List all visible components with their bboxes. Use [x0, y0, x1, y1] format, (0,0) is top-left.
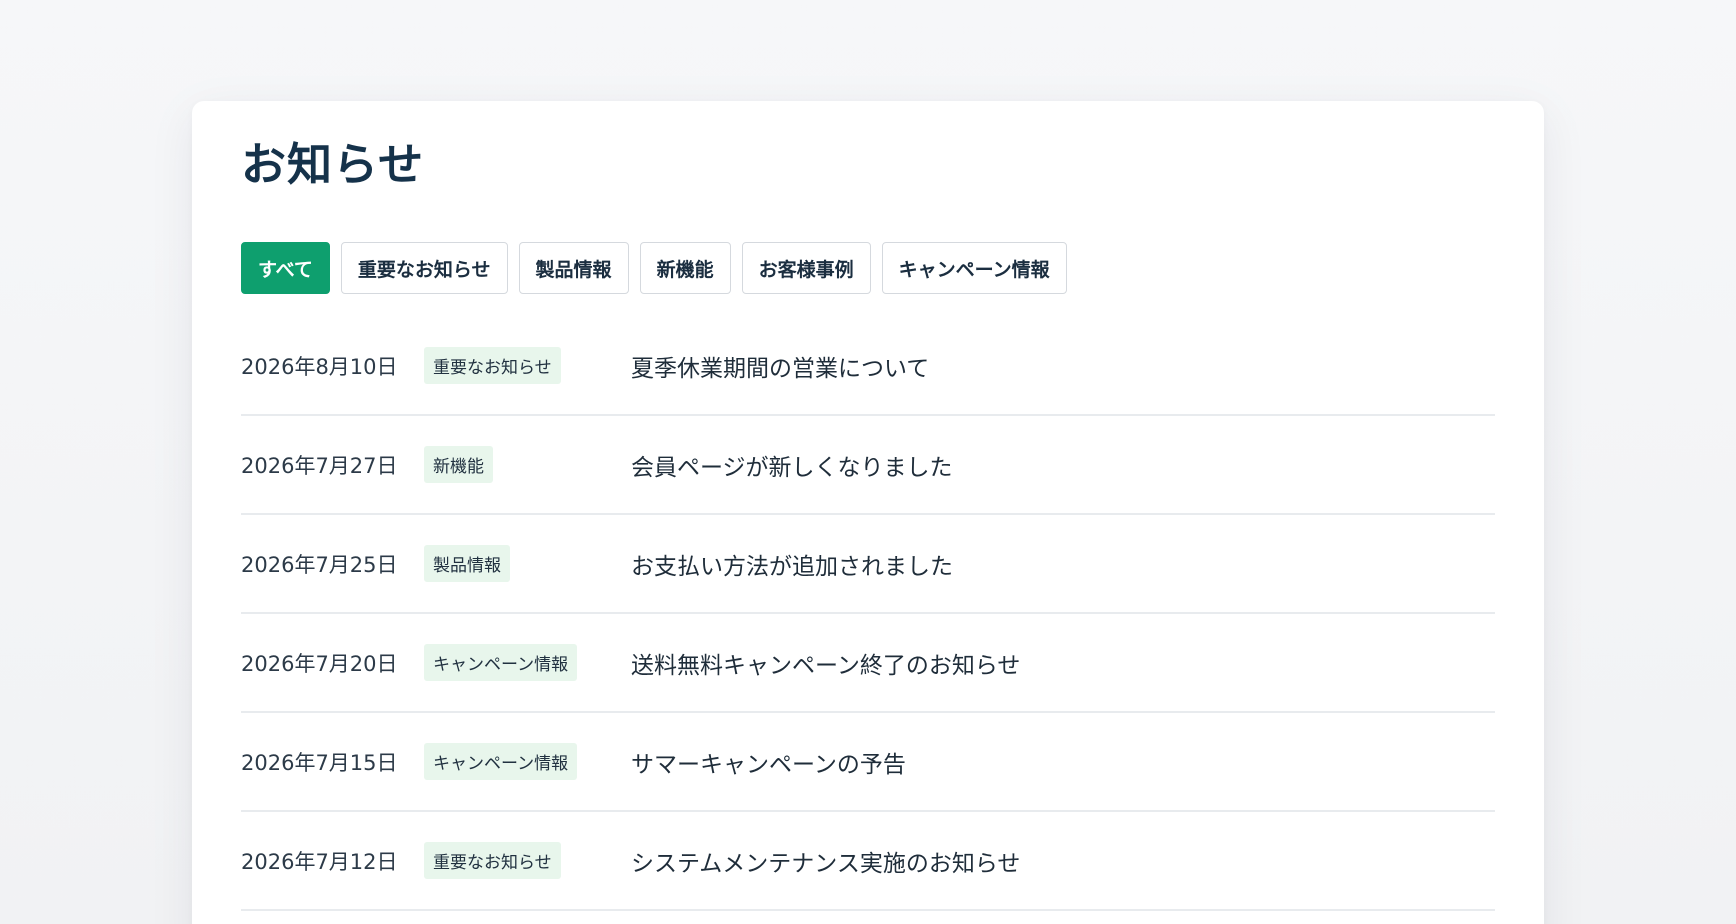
news-item[interactable]: 2026年7月27日 新機能 会員ページが新しくなりました	[241, 416, 1495, 515]
news-category-tag: 重要なお知らせ	[424, 347, 561, 384]
news-category-tag: 重要なお知らせ	[424, 842, 561, 879]
news-title-link[interactable]: システムメンテナンス実施のお知らせ	[631, 844, 1020, 878]
news-card: お知らせ すべて 重要なお知らせ 製品情報 新機能 お客様事例 キャンペーン情報…	[192, 101, 1544, 924]
news-title-link[interactable]: サマーキャンペーンの予告	[631, 745, 906, 779]
news-category-tag: 製品情報	[424, 545, 510, 582]
news-list: 2026年8月10日 重要なお知らせ 夏季休業期間の営業について 2026年7月…	[241, 317, 1495, 911]
news-category-tag: キャンペーン情報	[424, 644, 578, 681]
filter-important-button[interactable]: 重要なお知らせ	[340, 242, 508, 294]
filter-case-study-button[interactable]: お客様事例	[741, 242, 871, 294]
news-date: 2026年7月12日	[241, 849, 398, 874]
category-filter-bar: すべて 重要なお知らせ 製品情報 新機能 お客様事例 キャンペーン情報	[241, 242, 1495, 294]
filter-new-feature-button[interactable]: 新機能	[639, 242, 731, 294]
news-item[interactable]: 2026年7月20日 キャンペーン情報 送料無料キャンペーン終了のお知らせ	[241, 614, 1495, 713]
filter-product-button[interactable]: 製品情報	[518, 242, 629, 294]
news-item[interactable]: 2026年7月15日 キャンペーン情報 サマーキャンペーンの予告	[241, 713, 1495, 812]
filter-campaign-button[interactable]: キャンペーン情報	[881, 242, 1067, 294]
news-date: 2026年7月27日	[241, 453, 398, 478]
news-category-tag: 新機能	[424, 446, 493, 483]
news-category-tag: キャンペーン情報	[424, 743, 578, 780]
news-date: 2026年7月15日	[241, 750, 398, 775]
news-title-link[interactable]: 送料無料キャンペーン終了のお知らせ	[631, 646, 1020, 680]
filter-all-button[interactable]: すべて	[241, 242, 330, 294]
news-date: 2026年8月10日	[241, 354, 398, 379]
news-title-link[interactable]: お支払い方法が追加されました	[631, 547, 953, 581]
news-date: 2026年7月25日	[241, 552, 398, 577]
news-title-link[interactable]: 夏季休業期間の営業について	[631, 349, 929, 383]
news-date: 2026年7月20日	[241, 651, 398, 676]
news-item[interactable]: 2026年7月25日 製品情報 お支払い方法が追加されました	[241, 515, 1495, 614]
page-title: お知らせ	[241, 138, 425, 191]
news-title-link[interactable]: 会員ページが新しくなりました	[631, 448, 953, 482]
news-item[interactable]: 2026年8月10日 重要なお知らせ 夏季休業期間の営業について	[241, 317, 1495, 416]
news-item[interactable]: 2026年7月12日 重要なお知らせ システムメンテナンス実施のお知らせ	[241, 812, 1495, 911]
